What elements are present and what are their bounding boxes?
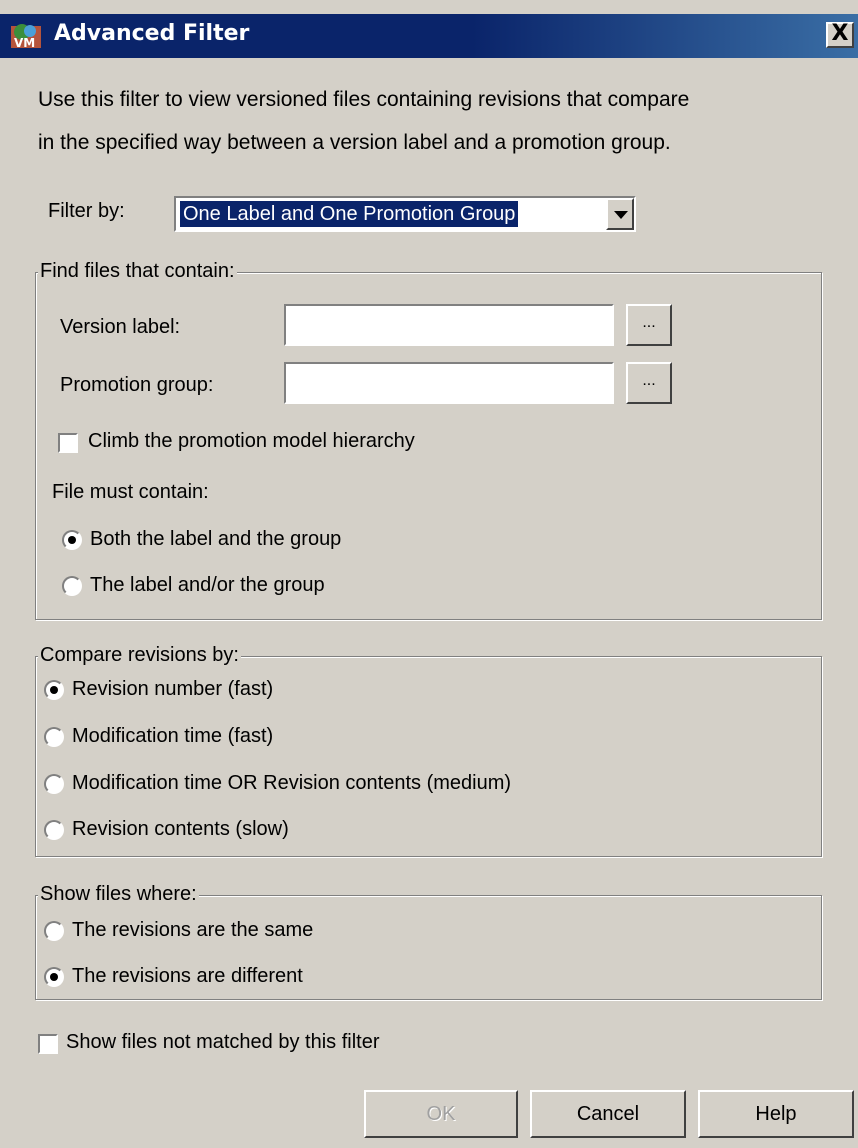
radio-revisions-different[interactable] bbox=[44, 967, 64, 987]
compare-revisions-legend: Compare revisions by: bbox=[38, 644, 241, 667]
filter-by-label: Filter by: bbox=[48, 200, 125, 222]
cancel-button[interactable]: Cancel bbox=[530, 1090, 686, 1138]
radio-modtime-or-contents[interactable] bbox=[44, 774, 64, 794]
window-title: Advanced Filter bbox=[54, 21, 250, 46]
ok-button[interactable]: OK bbox=[364, 1090, 518, 1138]
version-label-input[interactable] bbox=[284, 304, 614, 346]
find-files-legend: Find files that contain: bbox=[38, 260, 237, 283]
radio-both-label-and-group-label[interactable]: Both the label and the group bbox=[90, 528, 341, 551]
radio-modification-time[interactable] bbox=[44, 727, 64, 747]
climb-hierarchy-checkbox[interactable] bbox=[58, 433, 78, 453]
filter-by-value: One Label and One Promotion Group bbox=[178, 200, 520, 228]
help-button[interactable]: Help bbox=[698, 1090, 854, 1138]
svg-text:VM: VM bbox=[14, 36, 35, 50]
promotion-group-label: Promotion group: bbox=[60, 374, 214, 396]
radio-label-and-or-group[interactable] bbox=[62, 576, 82, 596]
show-unmatched-checkbox[interactable] bbox=[38, 1034, 58, 1054]
radio-revisions-same[interactable] bbox=[44, 921, 64, 941]
chevron-down-icon[interactable] bbox=[606, 198, 634, 230]
radio-both-label-and-group[interactable] bbox=[62, 530, 82, 550]
show-files-legend: Show files where: bbox=[38, 883, 199, 906]
version-label-browse-button[interactable]: ... bbox=[626, 304, 672, 346]
intro-text-line2: in the specified way between a version l… bbox=[38, 131, 671, 154]
show-unmatched-label[interactable]: Show files not matched by this filter bbox=[66, 1031, 379, 1054]
app-icon: VM bbox=[11, 24, 41, 50]
intro-text-line1: Use this filter to view versioned files … bbox=[38, 88, 690, 111]
radio-revisions-same-label[interactable]: The revisions are the same bbox=[72, 919, 313, 942]
radio-revision-contents[interactable] bbox=[44, 820, 64, 840]
close-icon: X bbox=[831, 21, 849, 46]
radio-label-and-or-group-label[interactable]: The label and/or the group bbox=[90, 574, 325, 597]
title-bar: VM Advanced Filter X bbox=[0, 14, 858, 58]
climb-hierarchy-label[interactable]: Climb the promotion model hierarchy bbox=[88, 430, 415, 453]
filter-by-select[interactable]: One Label and One Promotion Group bbox=[174, 196, 636, 232]
close-button[interactable]: X bbox=[826, 22, 854, 48]
promotion-group-browse-button[interactable]: ... bbox=[626, 362, 672, 404]
radio-revisions-different-label[interactable]: The revisions are different bbox=[72, 965, 303, 988]
promotion-group-input[interactable] bbox=[284, 362, 614, 404]
radio-revision-contents-label[interactable]: Revision contents (slow) bbox=[72, 818, 289, 841]
version-label-label: Version label: bbox=[60, 316, 181, 338]
radio-modification-time-label[interactable]: Modification time (fast) bbox=[72, 725, 273, 748]
radio-revision-number[interactable] bbox=[44, 680, 64, 700]
radio-revision-number-label[interactable]: Revision number (fast) bbox=[72, 678, 273, 701]
must-contain-label: File must contain: bbox=[52, 481, 209, 503]
radio-modtime-or-contents-label[interactable]: Modification time OR Revision contents (… bbox=[72, 772, 511, 795]
